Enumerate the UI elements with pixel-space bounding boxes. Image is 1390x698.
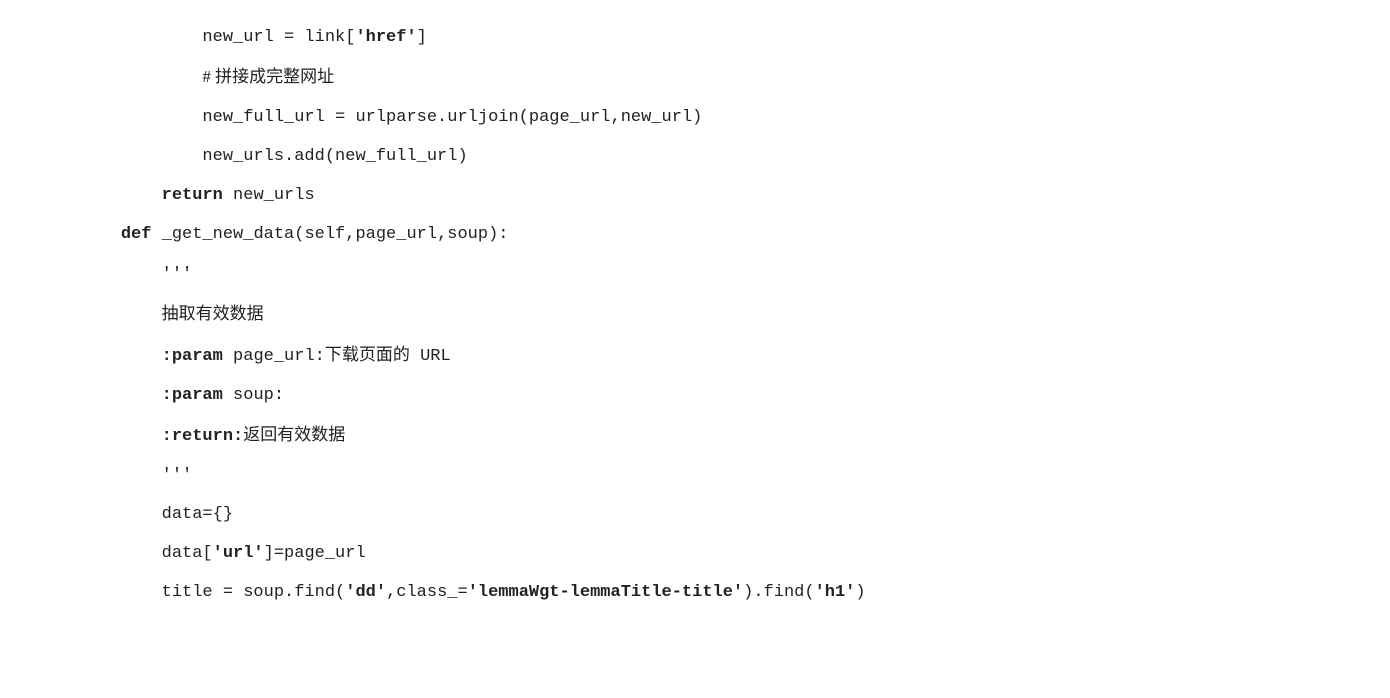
code-text: data[ [80, 544, 213, 563]
code-line-6: def _get_new_data(self,page_url,soup): [80, 215, 1390, 254]
docstring-param: :param [162, 386, 223, 405]
string-literal: 'dd' [345, 583, 386, 602]
code-text: URL [410, 347, 451, 366]
code-text: ).find( [743, 583, 814, 602]
code-text: new_url = link[ [80, 28, 355, 47]
code-line-4: new_urls.add(new_full_url) [80, 137, 1390, 176]
docstring-open: ''' [80, 265, 192, 284]
code-line-3: new_full_url = urlparse.urljoin(page_url… [80, 98, 1390, 137]
code-text: title = soup.find( [80, 583, 345, 602]
docstring-text: 抽取有效数据 [162, 304, 264, 323]
code-line-10: :param soup: [80, 376, 1390, 415]
string-literal: 'h1' [815, 583, 856, 602]
code-text: soup: [223, 386, 284, 405]
indent [80, 306, 162, 325]
docstring-close: ''' [80, 466, 192, 485]
string-literal: 'lemmaWgt-lemmaTitle-title' [468, 583, 743, 602]
comment: # 拼接成完整网址 [202, 67, 334, 86]
code-text: new_urls.add(new_full_url) [80, 147, 468, 166]
code-line-7: ''' [80, 255, 1390, 294]
code-text: ) [855, 583, 865, 602]
code-line-12: ''' [80, 456, 1390, 495]
code-text: ] [417, 28, 427, 47]
indent [80, 225, 121, 244]
code-line-13: data={} [80, 495, 1390, 534]
keyword-def: def [121, 225, 152, 244]
code-text: _get_new_data(self,page_url,soup): [151, 225, 508, 244]
indent [80, 386, 162, 405]
indent [80, 69, 202, 88]
docstring-text: 下载页面的 [325, 345, 410, 364]
code-line-8: 抽取有效数据 [80, 294, 1390, 335]
code-line-14: data['url']=page_url [80, 534, 1390, 573]
code-text: data={} [80, 505, 233, 524]
docstring-text: 返回有效数据 [243, 425, 345, 444]
code-text: new_full_url = urlparse.urljoin(page_url… [80, 108, 702, 127]
indent [80, 427, 162, 446]
code-text: new_urls [223, 186, 315, 205]
code-line-5: return new_urls [80, 176, 1390, 215]
code-line-11: :return:返回有效数据 [80, 415, 1390, 456]
code-text: page_url: [223, 347, 325, 366]
code-line-1: new_url = link['href'] [80, 18, 1390, 57]
code-text: ,class_= [386, 583, 468, 602]
docstring-param: :param [162, 347, 223, 366]
code-line-15: title = soup.find('dd',class_='lemmaWgt-… [80, 573, 1390, 612]
indent [80, 347, 162, 366]
indent [80, 186, 162, 205]
code-text: ]=page_url [264, 544, 366, 563]
keyword-return: return [162, 186, 223, 205]
code-block: new_url = link['href'] # 拼接成完整网址 new_ful… [80, 18, 1390, 612]
code-line-2: # 拼接成完整网址 [80, 57, 1390, 98]
docstring-return: :return: [162, 427, 244, 446]
string-literal: 'href' [355, 28, 416, 47]
string-literal: 'url' [213, 544, 264, 563]
code-line-9: :param page_url:下载页面的 URL [80, 335, 1390, 376]
